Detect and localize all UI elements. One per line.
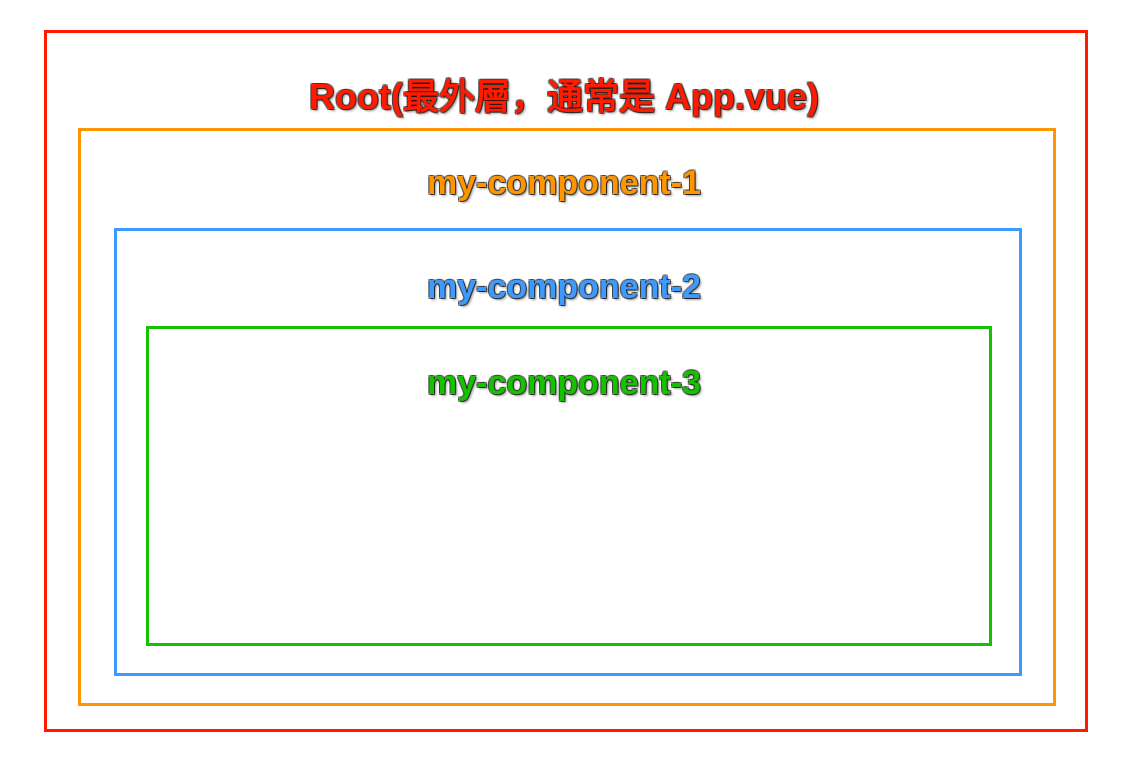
component-2-label: my-component-2 bbox=[0, 268, 1128, 307]
root-label: Root(最外層，通常是 App.vue) bbox=[0, 68, 1128, 120]
component-1-label: my-component-1 bbox=[0, 164, 1128, 203]
component-3-label: my-component-3 bbox=[0, 364, 1128, 403]
